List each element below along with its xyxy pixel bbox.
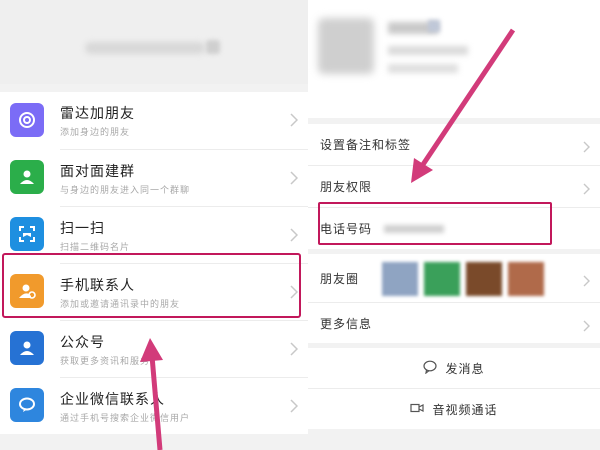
- profile-actions-group: 发消息 音视频通话: [308, 348, 600, 429]
- row-label: 设置备注和标签: [320, 138, 412, 152]
- option-subtitle: 获取更多资讯和服务: [60, 357, 151, 367]
- row-label: 朋友圈: [320, 272, 360, 286]
- blurred-icon: [206, 40, 220, 54]
- profile-info-blurred: [388, 64, 458, 73]
- contact-profile-panel: 设置备注和标签 朋友权限 电话号码 朋友圈 更多信息 发消息 音视频通话: [308, 0, 600, 450]
- add-friends-panel: 雷达加朋友 添加身边的朋友 面对面建群 与身边的朋友进入同一个群聊 扫一扫 扫描…: [0, 0, 308, 450]
- option-title: 公众号: [60, 335, 105, 351]
- action-label: 发消息: [445, 362, 485, 376]
- option-title: 扫一扫: [60, 221, 105, 237]
- option-title: 企业微信联系人: [60, 392, 165, 408]
- option-work-wechat[interactable]: 企业微信联系人 通过手机号搜索企业微信用户: [0, 377, 308, 434]
- row-more-info[interactable]: 更多信息: [308, 303, 600, 343]
- option-radar[interactable]: 雷达加朋友 添加身边的朋友: [0, 92, 308, 149]
- chevron-right-icon: [583, 317, 590, 332]
- radar-icon: [10, 103, 44, 137]
- send-message-button[interactable]: 发消息: [308, 348, 600, 389]
- work-wechat-icon: [10, 388, 44, 422]
- chat-bubble-icon: [423, 360, 438, 377]
- left-header-blurred: [0, 0, 308, 84]
- phone-contacts-highlight-box: [2, 253, 301, 318]
- scan-icon: [10, 217, 44, 251]
- phone-number-highlight-box: [318, 202, 552, 245]
- profile-header-blurred: [308, 0, 600, 118]
- chevron-right-icon: [290, 398, 299, 413]
- gender-icon: [428, 20, 440, 32]
- row-label: 更多信息: [320, 317, 373, 331]
- moments-thumbnail: [508, 262, 544, 296]
- search-bar-blurred[interactable]: [85, 42, 205, 54]
- chevron-right-icon: [583, 272, 590, 287]
- row-remarks-tags[interactable]: 设置备注和标签: [308, 124, 600, 166]
- option-subtitle: 通过手机号搜索企业微信用户: [60, 414, 191, 424]
- chevron-right-icon: [583, 180, 590, 195]
- option-subtitle: 与身边的朋友进入同一个群聊: [60, 186, 191, 196]
- chevron-right-icon: [290, 227, 299, 242]
- official-account-icon: [10, 331, 44, 365]
- option-subtitle: 扫描二维码名片: [60, 243, 131, 253]
- moments-thumbnail: [424, 262, 460, 296]
- profile-extra-group: 朋友圈 更多信息: [308, 254, 600, 343]
- face-to-face-group-icon: [10, 160, 44, 194]
- option-official-account[interactable]: 公众号 获取更多资讯和服务: [0, 320, 308, 377]
- chevron-right-icon: [290, 112, 299, 127]
- moments-thumbnail: [466, 262, 502, 296]
- row-moments[interactable]: 朋友圈: [308, 254, 600, 303]
- profile-info-blurred: [388, 46, 468, 55]
- chevron-right-icon: [290, 170, 299, 185]
- action-label: 音视频通话: [432, 403, 498, 417]
- video-call-icon: [410, 401, 425, 418]
- avatar[interactable]: [318, 18, 374, 74]
- option-title: 雷达加朋友: [60, 106, 135, 122]
- chevron-right-icon: [583, 138, 590, 153]
- row-label: 朋友权限: [320, 180, 373, 194]
- option-title: 面对面建群: [60, 164, 135, 180]
- moments-thumbnail: [382, 262, 418, 296]
- video-call-button[interactable]: 音视频通话: [308, 389, 600, 429]
- option-subtitle: 添加身边的朋友: [60, 128, 131, 138]
- chevron-right-icon: [290, 341, 299, 356]
- option-face-to-face-group[interactable]: 面对面建群 与身边的朋友进入同一个群聊: [0, 149, 308, 206]
